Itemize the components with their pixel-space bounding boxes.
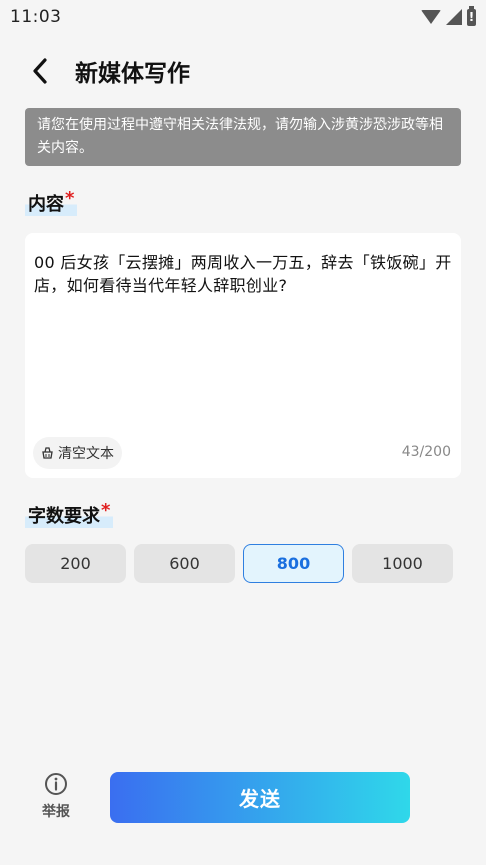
status-bar: 11:03 (0, 0, 486, 34)
length-option-200[interactable]: 200 (25, 544, 126, 583)
report-label: 举报 (42, 804, 70, 820)
length-option-1000[interactable]: 1000 (352, 544, 453, 583)
chevron-left-icon (33, 58, 47, 84)
content-label-text: 内容 (28, 194, 64, 215)
info-icon (45, 773, 67, 795)
status-icons (421, 5, 476, 26)
battery-icon (467, 5, 476, 26)
required-mark: * (65, 188, 75, 209)
content-text[interactable]: 00 后女孩「云摆摊」两周收入一万五，辞去「铁饭碗」开店，如何看待当代年轻人辞职… (34, 251, 454, 297)
report-button[interactable]: 举报 (33, 772, 79, 821)
content-label: 内容* (25, 188, 78, 216)
send-button[interactable]: 发送 (110, 772, 410, 823)
clear-text-button[interactable]: 清空文本 (33, 437, 122, 469)
signal-icon (446, 9, 462, 25)
page-title: 新媒体写作 (75, 61, 190, 87)
back-button[interactable] (25, 56, 55, 86)
status-time: 11:03 (10, 7, 62, 27)
length-label-text: 字数要求 (28, 506, 100, 527)
length-option-600[interactable]: 600 (134, 544, 235, 583)
length-label: 字数要求* (25, 500, 114, 528)
wifi-icon (421, 10, 441, 24)
clear-icon (42, 447, 53, 459)
notice-banner: 请您在使用过程中遵守相关法律法规，请勿输入涉黄涉恐涉政等相关内容。 (25, 108, 461, 166)
length-option-800[interactable]: 800 (243, 544, 344, 583)
required-mark: * (101, 500, 111, 521)
clear-text-label: 清空文本 (58, 446, 114, 462)
content-textarea[interactable]: 00 后女孩「云摆摊」两周收入一万五，辞去「铁饭碗」开店，如何看待当代年轻人辞职… (25, 233, 461, 478)
char-counter: 43/200 (401, 444, 451, 460)
header: 新媒体写作 (0, 48, 486, 94)
length-options: 200 600 800 1000 (25, 544, 453, 583)
